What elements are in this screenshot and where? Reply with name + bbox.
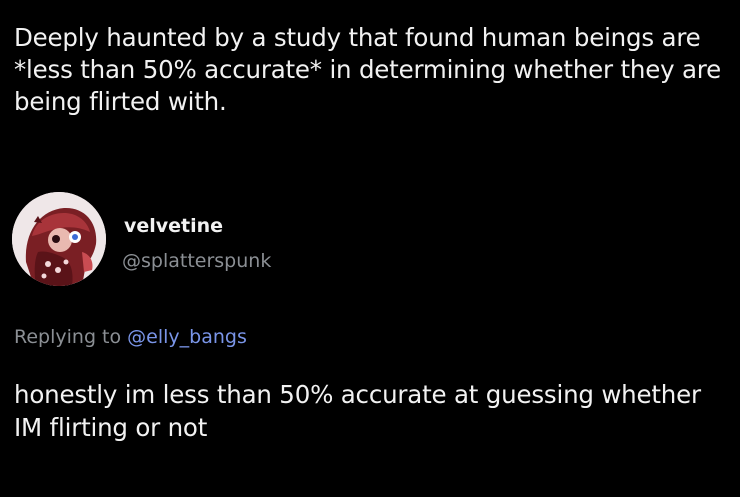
reply-author: velvetine @splatterspunk [12,192,612,288]
avatar[interactable] [12,192,106,286]
original-post-text: Deeply haunted by a study that found hum… [14,23,722,116]
replying-to: Replying to @elly_bangs [14,324,247,350]
replying-to-mention-link[interactable]: @elly_bangs [127,326,247,348]
avatar-icon [12,192,106,286]
display-name[interactable]: velvetine [124,214,223,238]
replying-to-label: Replying to [14,326,128,348]
user-handle[interactable]: @splatterspunk [122,249,271,273]
reply-text: honestly im less than 50% accurate at gu… [14,380,701,442]
